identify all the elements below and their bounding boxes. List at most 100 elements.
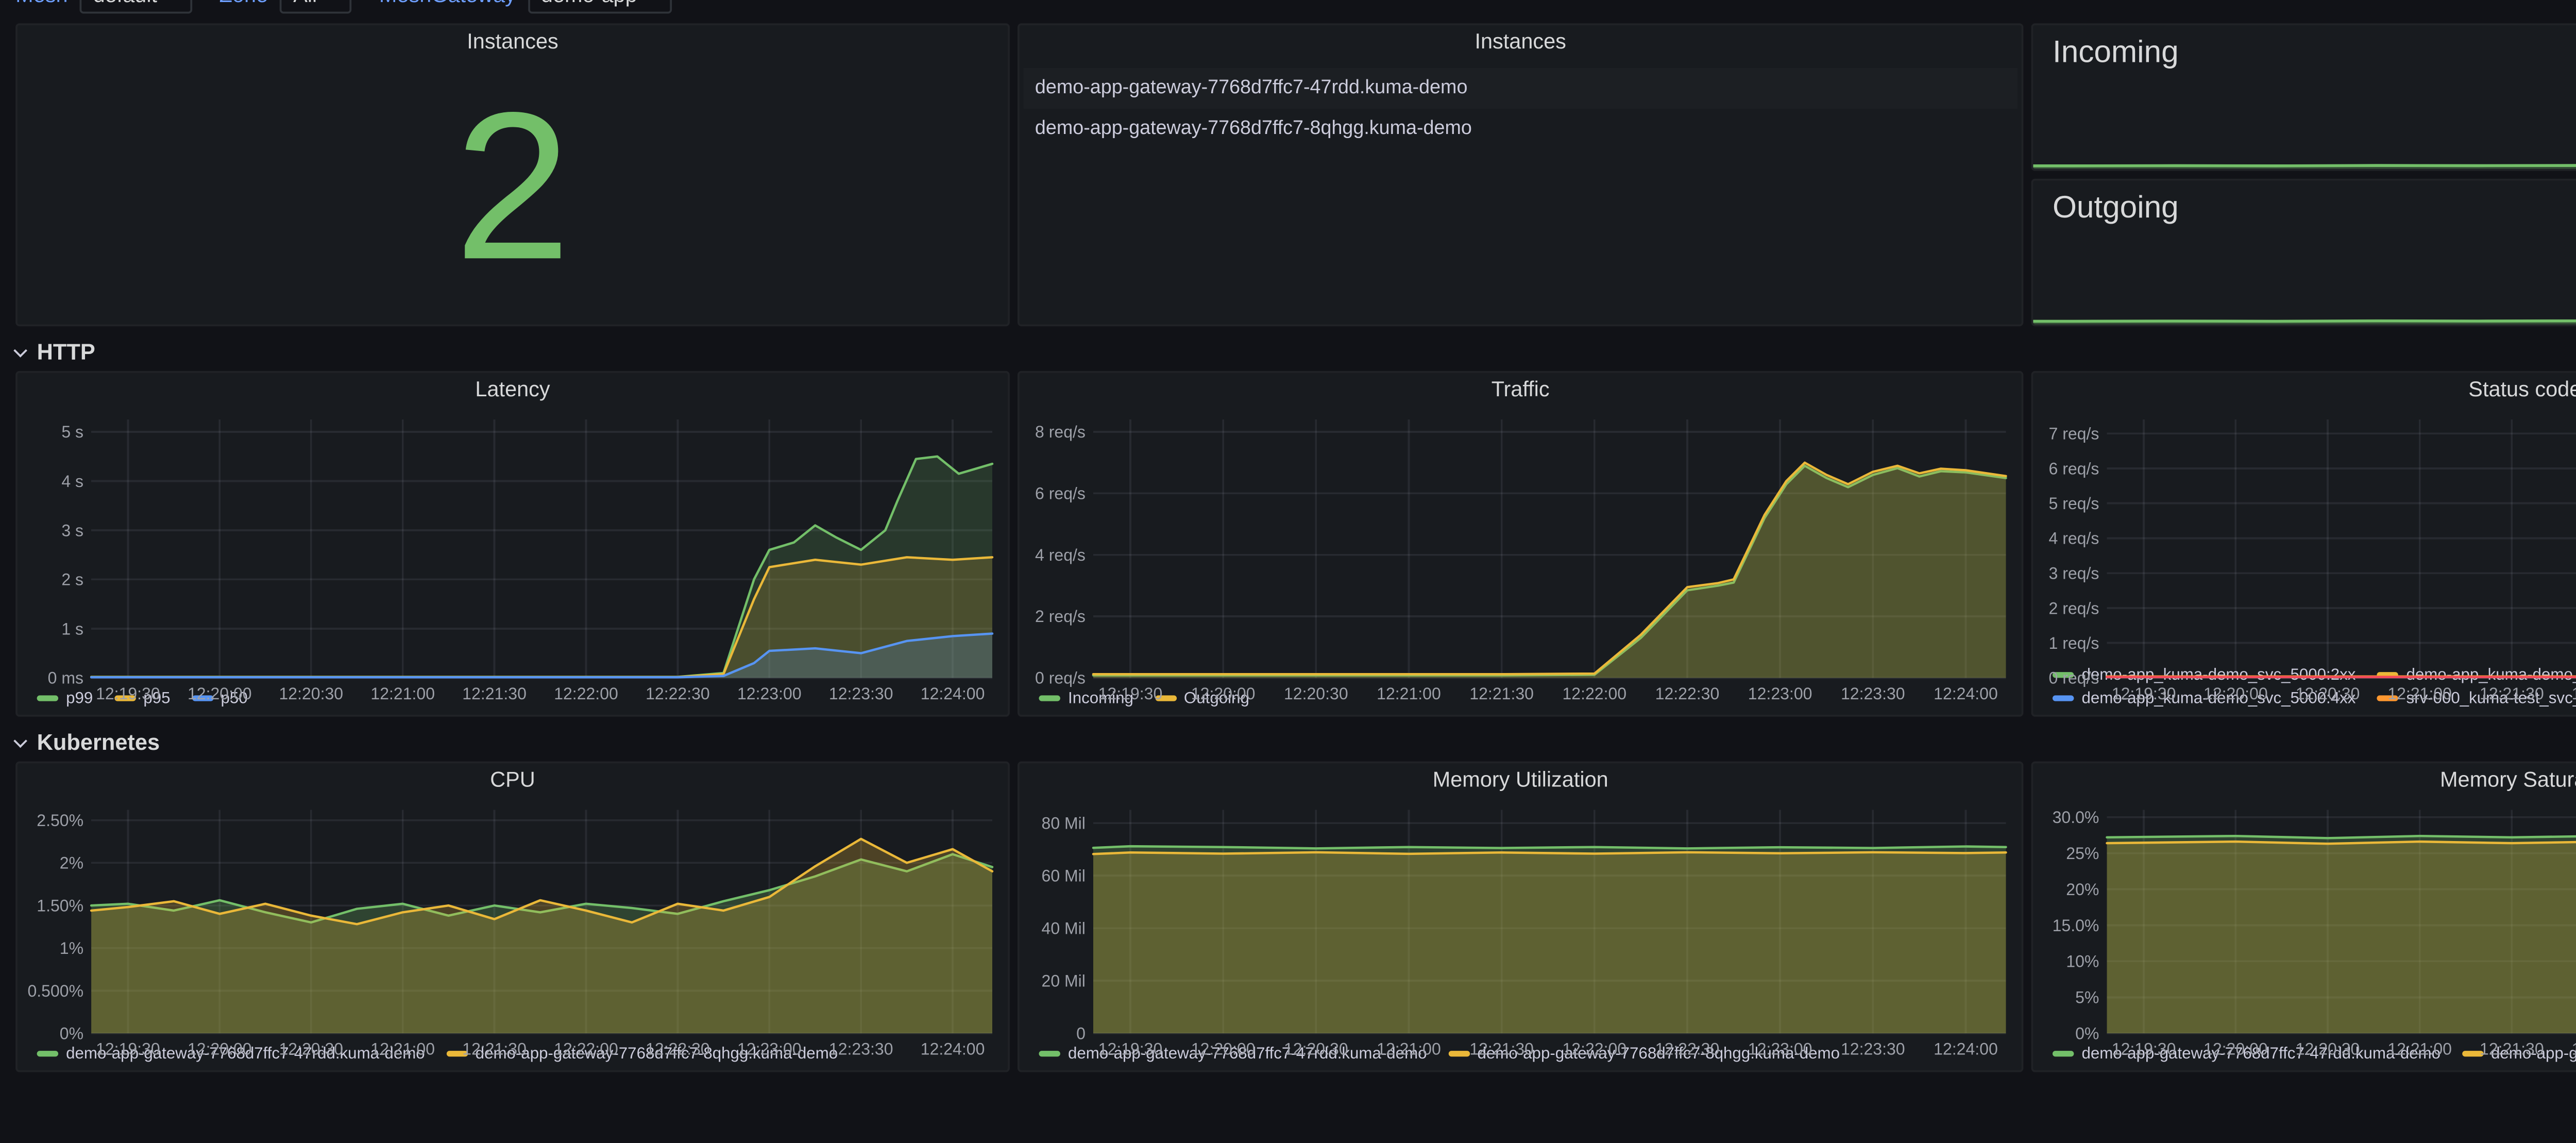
panel-memory-utilization: Memory Utilization 0 20 Mil 40 Mil 60 Mil 80… (1018, 761, 2024, 1072)
svg-text:12:21:30: 12:21:30 (2480, 684, 2544, 703)
svg-text:25%: 25% (2066, 844, 2099, 863)
svg-text:12:20:30: 12:20:30 (2296, 684, 2360, 703)
panel-latency: Latency 0 ms 1 s 2 s 3 s 4 s 5 s 12:19:30 12:20… (15, 371, 1010, 717)
traffic-chart[interactable]: 0 req/s 2 req/s 4 req/s 6 req/s 8 req/s 12:19… (1020, 410, 2022, 703)
filter-meshgateway-label[interactable]: MeshGateway (379, 0, 516, 8)
svg-text:5 req/s: 5 req/s (2049, 494, 2099, 513)
panel-title[interactable]: Instances (1020, 25, 2022, 62)
svg-text:12:20:00: 12:20:00 (1191, 684, 1256, 703)
panel-title[interactable]: Instances (18, 25, 1008, 62)
outgoing-sparkline[interactable] (2033, 243, 2576, 325)
svg-text:0%: 0% (2075, 1024, 2099, 1043)
svg-text:30.0%: 30.0% (2053, 808, 2099, 827)
svg-text:12:22:30: 12:22:30 (646, 684, 710, 703)
svg-text:12:22:00: 12:22:00 (2572, 1040, 2576, 1058)
latency-chart[interactable]: 0 ms 1 s 2 s 3 s 4 s 5 s 12:19:30 12:20:00 12:20… (18, 410, 1008, 703)
svg-text:15.0%: 15.0% (2053, 916, 2099, 935)
svg-text:12:23:30: 12:23:30 (829, 1040, 893, 1058)
svg-text:60 Mil: 60 Mil (1042, 866, 1086, 885)
filter-mesh-value: default (93, 0, 157, 8)
svg-text:40 Mil: 40 Mil (1042, 919, 1086, 938)
svg-text:12:19:30: 12:19:30 (96, 1040, 160, 1058)
svg-text:12:20:00: 12:20:00 (1191, 1040, 1256, 1058)
panel-title[interactable]: Memory Saturation (2033, 763, 2576, 800)
panel-title[interactable]: Status codes (2033, 373, 2576, 410)
panel-instances-list: Instances demo-app-gateway-7768d7ffc7-47… (1018, 23, 2024, 327)
svg-text:6 req/s: 6 req/s (2049, 459, 2099, 478)
svg-text:12:22:30: 12:22:30 (1655, 684, 1720, 703)
svg-text:12:20:30: 12:20:30 (1284, 1040, 1348, 1058)
instance-row[interactable]: demo-app-gateway-7768d7ffc7-47rdd.kuma-d… (1023, 68, 2018, 109)
svg-text:12:23:00: 12:23:00 (1748, 1040, 1812, 1058)
panel-memory-saturation: Memory Saturation 0% 5% 10% 15.0% 20% 25% 30.0… (2031, 761, 2576, 1072)
svg-text:12:24:00: 12:24:00 (1934, 1040, 1998, 1058)
svg-text:12:19:30: 12:19:30 (1098, 1040, 1163, 1058)
instances-count-value: 2 (454, 67, 571, 302)
svg-text:2 s: 2 s (61, 570, 83, 589)
incoming-sparkline[interactable] (2033, 88, 2576, 169)
filter-meshgateway-dropdown[interactable]: demo-app (527, 0, 672, 14)
outgoing-title[interactable]: Outgoing (2053, 192, 2179, 227)
svg-text:12:20:00: 12:20:00 (2204, 1040, 2268, 1058)
filter-zone-value: All (293, 0, 317, 8)
svg-text:8 req/s: 8 req/s (1035, 423, 1086, 441)
svg-text:12:19:30: 12:19:30 (96, 684, 160, 703)
incoming-title[interactable]: Incoming (2053, 37, 2179, 72)
row-header-kubernetes[interactable]: Kubernetes (13, 730, 2576, 755)
panel-title[interactable]: Latency (18, 373, 1008, 410)
traffic-stats-column: Incoming 6.56 req/s Outgoing 6.56 req/s (2031, 23, 2576, 327)
svg-text:12:19:30: 12:19:30 (2112, 684, 2176, 703)
svg-text:12:19:30: 12:19:30 (1098, 684, 1163, 703)
svg-text:3 s: 3 s (61, 521, 83, 540)
filter-mesh-dropdown[interactable]: default (79, 0, 192, 14)
svg-text:10%: 10% (2066, 952, 2099, 971)
svg-text:12:21:00: 12:21:00 (370, 684, 435, 703)
svg-text:12:22:00: 12:22:00 (2572, 684, 2576, 703)
memory-saturation-chart[interactable]: 0% 5% 10% 15.0% 20% 25% 30.0% 12:19:30 12:20:00 1… (2033, 800, 2576, 1058)
filter-zone-dropdown[interactable]: All (279, 0, 352, 14)
http-row: Latency 0 ms 1 s 2 s 3 s 4 s 5 s 12:19:30 12:20… (0, 371, 2576, 717)
svg-text:0 ms: 0 ms (48, 669, 83, 687)
svg-text:12:21:00: 12:21:00 (2387, 684, 2452, 703)
svg-text:12:20:00: 12:20:00 (2204, 684, 2268, 703)
svg-text:12:22:00: 12:22:00 (1562, 684, 1626, 703)
svg-text:12:21:00: 12:21:00 (2387, 1040, 2452, 1058)
svg-text:1 req/s: 1 req/s (2049, 634, 2099, 652)
memory-utilization-chart[interactable]: 0 20 Mil 40 Mil 60 Mil 80 Mil 12:19:30 12:20:0… (1020, 800, 2022, 1058)
cpu-chart[interactable]: 0% 0.500% 1% 1.50% 2% 2.50% 12:19:30 12:20:00 12… (18, 800, 1008, 1058)
svg-text:12:24:00: 12:24:00 (921, 1040, 985, 1058)
panel-title[interactable]: Memory Utilization (1020, 763, 2022, 800)
svg-text:3 req/s: 3 req/s (2049, 564, 2099, 583)
svg-text:4 req/s: 4 req/s (1035, 546, 1086, 564)
svg-text:12:21:00: 12:21:00 (1377, 684, 1441, 703)
panel-title[interactable]: Traffic (1020, 373, 2022, 410)
dashboard-filters-bar: Mesh default Zone All MeshGateway demo-a… (0, 0, 2576, 18)
svg-text:12:22:00: 12:22:00 (1562, 1040, 1626, 1058)
panel-outgoing: Outgoing 6.56 req/s (2031, 178, 2576, 327)
svg-text:12:23:30: 12:23:30 (1841, 684, 1905, 703)
svg-text:12:21:30: 12:21:30 (462, 1040, 527, 1058)
svg-text:1 s: 1 s (61, 619, 83, 638)
kubernetes-row: CPU 0% 0.500% 1% 1.50% 2% 2.50% 12:19:30 12:20:… (0, 761, 2576, 1072)
svg-text:12:23:00: 12:23:00 (737, 684, 802, 703)
row-header-http[interactable]: HTTP (13, 340, 2576, 365)
svg-text:12:21:00: 12:21:00 (370, 1040, 435, 1058)
svg-text:12:23:30: 12:23:30 (829, 684, 893, 703)
grafana-dashboard: Mesh default Zone All MeshGateway demo-a… (0, 0, 2576, 1143)
svg-text:12:23:00: 12:23:00 (737, 1040, 802, 1058)
svg-text:0: 0 (1076, 1024, 1086, 1043)
row-title: HTTP (37, 341, 95, 364)
filter-zone-label[interactable]: Zone (219, 0, 268, 8)
instance-row[interactable]: demo-app-gateway-7768d7ffc7-8qhgg.kuma-d… (1023, 109, 2018, 149)
svg-text:2%: 2% (60, 854, 83, 872)
panel-traffic: Traffic 0 req/s 2 req/s 4 req/s 6 req/s 8 re… (1018, 371, 2024, 717)
svg-text:1%: 1% (60, 939, 83, 957)
svg-text:0 req/s: 0 req/s (2049, 669, 2099, 687)
svg-text:2.50%: 2.50% (37, 811, 83, 830)
filter-mesh-label[interactable]: Mesh (15, 0, 67, 8)
panel-title[interactable]: CPU (18, 763, 1008, 800)
svg-text:4 req/s: 4 req/s (2049, 529, 2099, 548)
status-codes-chart[interactable]: 0 req/s 1 req/s 2 req/s 3 req/s 4 req/s 5 req… (2033, 410, 2576, 703)
filter-meshgateway: MeshGateway demo-app (379, 0, 672, 14)
panel-status-codes: Status codes 0 req/s 1 req/s 2 req/s 3 req/… (2031, 371, 2576, 717)
